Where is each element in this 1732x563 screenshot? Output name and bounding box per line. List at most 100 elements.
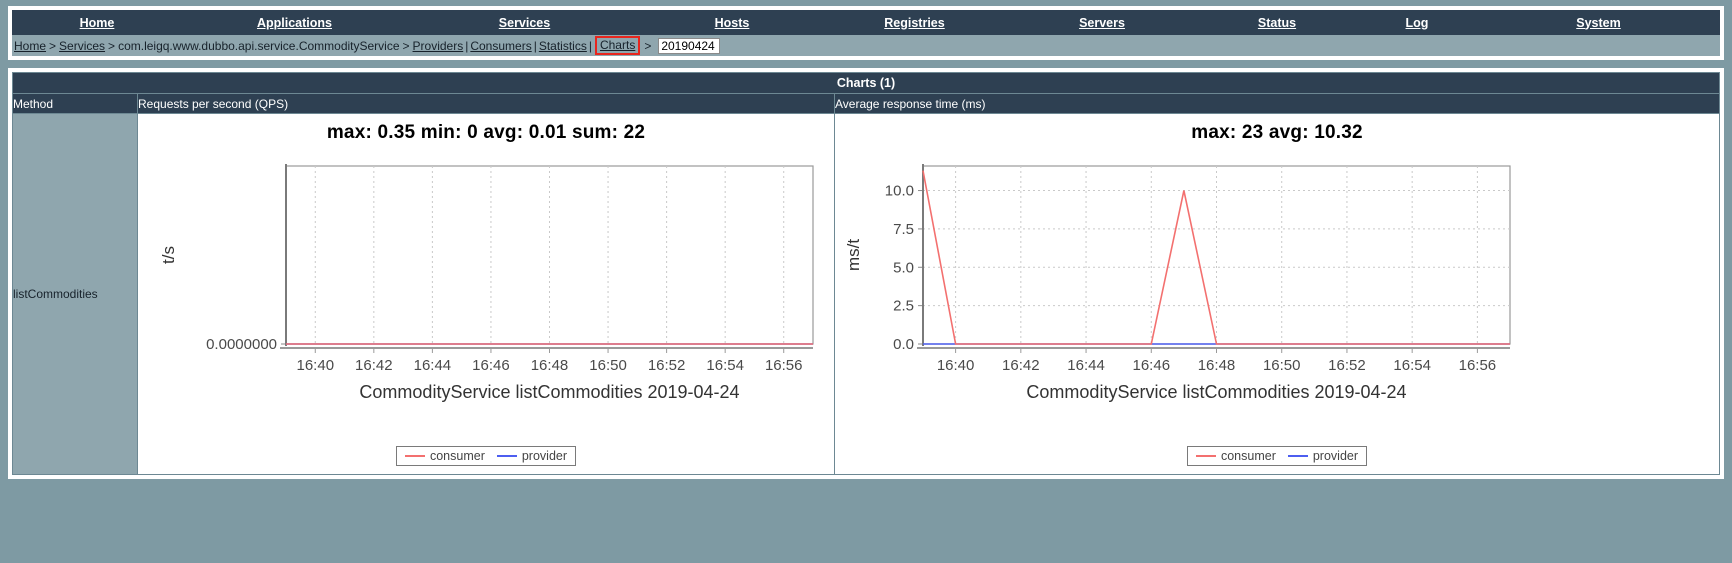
qps-legend: consumer provider — [395, 446, 577, 466]
table-row: listCommodities max: 0.35 min: 0 avg: 0.… — [12, 113, 1720, 475]
nav-item-hosts[interactable]: Hosts — [642, 16, 822, 30]
svg-text:16:46: 16:46 — [472, 357, 510, 374]
svg-text:16:54: 16:54 — [706, 357, 744, 374]
legend-swatch-provider — [1287, 455, 1308, 457]
breadcrumb-link-services[interactable]: Services — [59, 39, 105, 53]
svg-text:16:56: 16:56 — [765, 357, 803, 374]
svg-text:16:48: 16:48 — [1198, 357, 1236, 374]
breadcrumb-pipe: | — [588, 38, 592, 53]
nav-label-log: Log — [1405, 15, 1429, 30]
nav-label-system: System — [1576, 15, 1621, 30]
svg-text:16:44: 16:44 — [1067, 357, 1105, 374]
charts-caption: Charts (1) — [12, 72, 1720, 94]
column-header-method: Method — [12, 93, 138, 114]
nav-item-registries[interactable]: Registries — [822, 16, 1007, 30]
nav-label-hosts: Hosts — [714, 15, 750, 30]
legend-item-consumer: consumer — [1195, 449, 1276, 463]
legend-item-provider: provider — [1287, 449, 1359, 463]
svg-text:10.0: 10.0 — [885, 183, 914, 200]
legend-label-provider: provider — [1312, 449, 1359, 463]
legend-label-provider: provider — [521, 449, 568, 463]
breadcrumb-link-charts[interactable]: Charts — [600, 38, 635, 52]
nav-label-servers: Servers — [1079, 15, 1125, 30]
breadcrumb-pipe: | — [465, 38, 469, 53]
svg-text:16:40: 16:40 — [937, 357, 975, 374]
response-time-chart-cell: max: 23 avg: 10.32 0.0 2.5 5.0 7.5 10.0 16:40… — [834, 113, 1720, 475]
charts-table: Charts (1) Method Requests per second (Q… — [12, 72, 1720, 475]
rt-legend: consumer provider — [1186, 446, 1368, 466]
legend-item-provider: provider — [496, 449, 568, 463]
rt-legend-wrap: consumer provider — [835, 446, 1719, 466]
breadcrumb-link-providers[interactable]: Providers — [413, 39, 464, 53]
charts-caption-row: Charts (1) — [12, 72, 1720, 94]
column-header-qps: Requests per second (QPS) — [137, 93, 835, 114]
legend-swatch-provider — [496, 455, 517, 457]
svg-text:16:42: 16:42 — [355, 357, 393, 374]
svg-text:0.0: 0.0 — [893, 336, 914, 353]
nav-label-registries: Registries — [884, 15, 945, 30]
page-root: Home Applications Services Hosts Registr… — [0, 0, 1732, 563]
svg-text:CommodityService listCommodit: CommodityService listCommodities 2019-04… — [1026, 382, 1406, 402]
svg-text:16:50: 16:50 — [589, 357, 627, 374]
svg-text:2.5: 2.5 — [893, 298, 914, 315]
qps-chart-plot: 0.0000000 16:40 16:42 16:44 16:46 16:48 16:50 1… — [159, 164, 814, 402]
legend-item-consumer: consumer — [404, 449, 485, 463]
breadcrumb-separator: > — [49, 38, 57, 53]
main-navigation: Home Applications Services Hosts Registr… — [12, 10, 1720, 35]
breadcrumb-separator: > — [644, 38, 652, 53]
nav-label-status: Status — [1257, 15, 1297, 30]
svg-text:CommodityService listCommodit: CommodityService listCommodities 2019-04… — [359, 382, 739, 402]
svg-text:7.5: 7.5 — [893, 221, 914, 238]
column-header-response-time: Average response time (ms) — [834, 93, 1720, 114]
svg-text:0.0000000: 0.0000000 — [206, 336, 277, 353]
nav-item-servers[interactable]: Servers — [1007, 16, 1197, 30]
breadcrumb-service-name: com.leigq.www.dubbo.api.service.Commodit… — [118, 38, 400, 53]
svg-text:t/s: t/s — [159, 246, 178, 264]
nav-item-applications[interactable]: Applications — [182, 16, 407, 30]
svg-text:16:40: 16:40 — [297, 357, 335, 374]
nav-label-applications: Applications — [256, 15, 332, 30]
nav-item-status[interactable]: Status — [1197, 16, 1357, 30]
breadcrumb-link-charts-highlighted[interactable]: Charts — [594, 36, 641, 55]
qps-chart: max: 0.35 min: 0 avg: 0.01 sum: 22 0.000… — [138, 114, 834, 470]
qps-legend-wrap: consumer provider — [138, 446, 834, 466]
nav-item-home[interactable]: Home — [12, 16, 182, 30]
legend-swatch-consumer — [404, 455, 425, 457]
qps-chart-cell: max: 0.35 min: 0 avg: 0.01 sum: 22 0.000… — [137, 113, 835, 475]
nav-item-services[interactable]: Services — [407, 16, 642, 30]
charts-panel: Charts (1) Method Requests per second (Q… — [8, 68, 1724, 479]
legend-label-consumer: consumer — [1220, 449, 1276, 463]
response-time-chart-plot: 0.0 2.5 5.0 7.5 10.0 16:40 16:42 16:44 16:46 16:4… — [844, 164, 1511, 402]
svg-text:5.0: 5.0 — [893, 259, 914, 276]
svg-text:16:56: 16:56 — [1459, 357, 1497, 374]
breadcrumb-link-consumers[interactable]: Consumers — [470, 39, 531, 53]
nav-label-services: Services — [498, 15, 551, 30]
qps-chart-title: max: 0.35 min: 0 avg: 0.01 sum: 22 — [326, 122, 646, 143]
legend-swatch-consumer — [1195, 455, 1216, 457]
top-frame: Home Applications Services Hosts Registr… — [8, 6, 1724, 60]
svg-text:16:46: 16:46 — [1133, 357, 1171, 374]
breadcrumb-separator: > — [402, 38, 410, 53]
legend-label-consumer: consumer — [429, 449, 485, 463]
breadcrumb-link-statistics[interactable]: Statistics — [539, 39, 587, 53]
svg-text:16:52: 16:52 — [1328, 357, 1366, 374]
date-input[interactable] — [658, 37, 721, 54]
svg-text:16:52: 16:52 — [648, 357, 686, 374]
method-name-cell: listCommodities — [12, 113, 138, 475]
svg-text:16:50: 16:50 — [1263, 357, 1301, 374]
nav-item-log[interactable]: Log — [1357, 16, 1477, 30]
nav-label-home: Home — [79, 15, 115, 30]
nav-item-system[interactable]: System — [1477, 16, 1720, 30]
svg-text:16:42: 16:42 — [1002, 357, 1040, 374]
breadcrumb-pipe: | — [533, 38, 537, 53]
breadcrumb-separator: > — [108, 38, 116, 53]
response-time-chart: max: 23 avg: 10.32 0.0 2.5 5.0 7.5 10.0 16:40… — [835, 114, 1719, 470]
charts-header-row: Method Requests per second (QPS) Average… — [12, 93, 1720, 114]
svg-text:16:44: 16:44 — [414, 357, 452, 374]
breadcrumb: Home > Services > com.leigq.www.dubbo.ap… — [12, 35, 1720, 56]
response-time-chart-title: max: 23 avg: 10.32 — [1191, 122, 1363, 143]
svg-text:16:54: 16:54 — [1393, 357, 1431, 374]
breadcrumb-link-home[interactable]: Home — [14, 39, 46, 53]
svg-text:ms/t: ms/t — [844, 239, 863, 271]
svg-text:16:48: 16:48 — [531, 357, 569, 374]
